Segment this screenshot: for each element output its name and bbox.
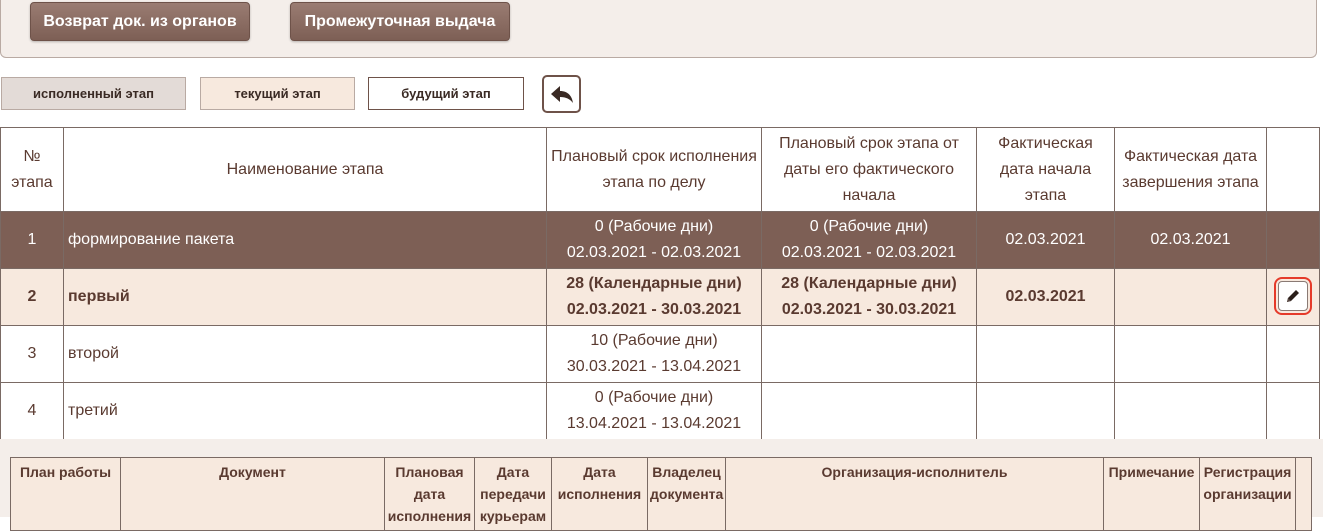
cell-actual-start <box>976 382 1115 440</box>
header-stage-number: № этапа <box>0 127 64 212</box>
cell-plan-case: 0 (Рабочие дни) 02.03.2021 - 02.03.2021 <box>546 211 762 269</box>
cell-stage-name: первый <box>63 268 547 326</box>
stages-table: № этапа Наименование этапа Плановый срок… <box>0 127 1320 440</box>
plan-case-range: 02.03.2021 - 30.03.2021 <box>566 301 742 318</box>
cell-stage-number: 1 <box>0 211 64 269</box>
plan-actual-range: 02.03.2021 - 02.03.2021 <box>781 244 957 261</box>
table-row: 4 третий 0 (Рабочие дни) 13.04.2021 - 13.… <box>0 382 1320 440</box>
cell-stage-number: 4 <box>0 382 64 440</box>
cell-actual-end <box>1114 325 1267 383</box>
header-note: Примечание <box>1103 457 1200 531</box>
return-docs-button[interactable]: Возврат док. из органов <box>30 2 250 41</box>
plan-case-range: 30.03.2021 - 13.04.2021 <box>566 358 742 375</box>
table-row: 2 первый 28 (Календарные дни) 02.03.2021 … <box>0 268 1320 326</box>
arrow-left-icon <box>550 86 573 103</box>
cell-stage-name: второй <box>63 325 547 383</box>
action-panel: Возврат док. из органов Промежуточная вы… <box>0 0 1317 58</box>
cell-plan-case: 10 (Рабочие дни) 30.03.2021 - 13.04.2021 <box>546 325 762 383</box>
work-plan-header-row: План работы Документ Плановая дата испол… <box>10 457 1312 531</box>
plan-case-days: 0 (Рабочие дни) <box>594 389 714 406</box>
cell-stage-name: формирование пакета <box>63 211 547 269</box>
table-row: 1 формирование пакета 0 (Рабочие дни) 02.… <box>0 211 1320 269</box>
header-document: Документ <box>120 457 385 531</box>
header-org-registration: Регистрация организации <box>1199 457 1296 531</box>
header-document-owner: Владелец документа <box>647 457 726 531</box>
plan-case-range: 13.04.2021 - 13.04.2021 <box>566 415 742 432</box>
cell-stage-number: 2 <box>0 268 64 326</box>
cell-stage-name: третий <box>63 382 547 440</box>
legend-current-stage: текущий этап <box>200 77 355 110</box>
header-actual-start: Фактическая дата начала этапа <box>976 127 1115 212</box>
plan-case-range: 02.03.2021 - 02.03.2021 <box>566 244 742 261</box>
cell-actual-end <box>1114 382 1267 440</box>
pencil-icon <box>1287 290 1299 302</box>
work-plan-table: План работы Документ Плановая дата испол… <box>10 457 1312 531</box>
back-button[interactable] <box>542 75 581 113</box>
cell-actual-start <box>976 325 1115 383</box>
legend-future-stage: будущий этап <box>368 77 524 110</box>
stages-header-row: № этапа Наименование этапа Плановый срок… <box>0 127 1320 212</box>
plan-actual-range: 02.03.2021 - 30.03.2021 <box>781 301 957 318</box>
plan-case-days: 10 (Рабочие дни) <box>590 332 718 349</box>
cell-stage-number: 3 <box>0 325 64 383</box>
plan-actual-days: 28 (Календарные дни) <box>781 275 957 292</box>
plan-case-days: 0 (Рабочие дни) <box>594 218 714 235</box>
header-extra <box>1295 457 1312 531</box>
header-actual-end: Фактическая дата завершения этапа <box>1114 127 1267 212</box>
header-actions <box>1266 127 1320 212</box>
cell-actions <box>1266 325 1320 383</box>
header-plan-case: Плановый срок исполнения этапа по делу <box>546 127 762 212</box>
legend-done-stage: исполненный этап <box>1 77 186 110</box>
cell-actual-start: 02.03.2021 <box>976 268 1115 326</box>
cell-actions <box>1266 211 1320 269</box>
header-planned-date: Плановая дата исполнения <box>384 457 475 531</box>
cell-plan-case: 28 (Календарные дни) 02.03.2021 - 30.03.2… <box>546 268 762 326</box>
cell-plan-case: 0 (Рабочие дни) 13.04.2021 - 13.04.2021 <box>546 382 762 440</box>
header-courier-date: Дата передачи курьерам <box>474 457 552 531</box>
plan-actual-days: 0 (Рабочие дни) <box>809 218 929 235</box>
edit-stage-button[interactable] <box>1274 277 1312 315</box>
cell-actions <box>1266 268 1320 326</box>
table-row: 3 второй 10 (Рабочие дни) 30.03.2021 - 13… <box>0 325 1320 383</box>
header-executor-org: Организация-исполнитель <box>725 457 1104 531</box>
cell-actions <box>1266 382 1320 440</box>
cell-actual-end: 02.03.2021 <box>1114 211 1267 269</box>
plan-case-days: 28 (Календарные дни) <box>566 275 742 292</box>
header-plan-actual: Плановый срок этапа от даты его фактичес… <box>761 127 977 212</box>
cell-plan-actual <box>761 325 977 383</box>
header-stage-name: Наименование этапа <box>63 127 547 212</box>
cell-plan-actual: 0 (Рабочие дни) 02.03.2021 - 02.03.2021 <box>761 211 977 269</box>
header-execution-date: Дата исполнения <box>551 457 648 531</box>
cell-actual-end <box>1114 268 1267 326</box>
header-work-plan: План работы <box>10 457 121 531</box>
interim-issue-button[interactable]: Промежуточная выдача <box>290 2 510 41</box>
cell-plan-actual: 28 (Календарные дни) 02.03.2021 - 30.03.2… <box>761 268 977 326</box>
cell-plan-actual <box>761 382 977 440</box>
cell-actual-start: 02.03.2021 <box>976 211 1115 269</box>
